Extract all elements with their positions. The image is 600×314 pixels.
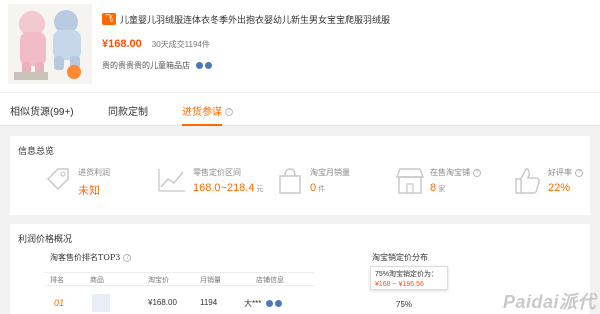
overview-title: 信息总览 [18, 147, 55, 157]
tab-purchase-advisor[interactable]: 进货参谋? [182, 103, 233, 118]
col-product: 商品 [90, 277, 104, 284]
shop-level-icon [196, 62, 212, 69]
metric-label: 好评率? [548, 167, 583, 178]
shop-level-icon [266, 300, 282, 307]
watermark-logo: Paidai派代 [502, 292, 596, 312]
row-shop[interactable]: 大*** [244, 298, 261, 309]
metric-value: 未知 [78, 185, 100, 197]
row-sales: 1194 [200, 298, 218, 307]
monthly-sold: 30天成交1194件 [151, 40, 210, 49]
product-header: 飞 儿童婴儿羽绒服连体衣冬季外出抱衣婴幼儿新生男女宝宝爬服羽绒服 ¥168.00… [0, 0, 600, 92]
metric-monthly-sales: 淘宝月销量 0件 [272, 163, 382, 203]
table-row[interactable]: 01 ¥168.00 1194 大*** [44, 292, 344, 314]
col-rank: 排名 [50, 277, 64, 284]
metric-value: 8家 [430, 182, 446, 194]
col-shop-info: 店铺信息 [256, 277, 284, 284]
info-icon[interactable]: ? [575, 168, 583, 177]
row-price: ¥168.00 [148, 298, 177, 307]
tab-purchase-advisor-label: 进货参谋 [182, 107, 222, 118]
info-icon[interactable]: ? [473, 168, 481, 177]
shop-name[interactable]: 贵的贵贵贵的儿童箱品店 [102, 60, 190, 71]
info-icon[interactable]: ? [225, 108, 233, 117]
tag-icon [46, 168, 69, 191]
product-info: 飞 儿童婴儿羽绒服连体衣冬季外出抱衣婴幼儿新生男女宝宝爬服羽绒服 ¥168.00… [102, 12, 590, 71]
product-price: ¥168.00 [102, 38, 142, 50]
metric-label: 淘宝月销量 [310, 168, 350, 177]
metric-stores: 在售淘宝铺? 8家 [392, 163, 502, 203]
store-icon [395, 168, 425, 194]
metric-value: 168.0~218.4 元 [193, 182, 264, 194]
col-taobao-price[interactable]: 淘宝价 [148, 275, 169, 285]
price-distribution-title: 淘宝销定价分布 [372, 253, 428, 262]
source-tag: 飞 [102, 13, 116, 25]
active-tab-indicator [182, 124, 222, 126]
product-thumb[interactable] [92, 294, 110, 312]
tab-similar-sources[interactable]: 相似货源(99+) [10, 103, 74, 118]
info-icon[interactable]: ? [123, 254, 132, 262]
distribution-percent: 75% [396, 300, 413, 309]
metric-label: 在售淘宝铺? [430, 167, 481, 178]
tab-bar: 相似货源(99+) 同款定制 进货参谋? [0, 92, 600, 126]
shopping-bag-icon [279, 168, 301, 194]
table-header: 排名 商品 淘宝价 月销量 店铺信息 [44, 272, 314, 286]
metric-retail-price-range: 零售定价区间 168.0~218.4 元 [155, 163, 265, 203]
tab-custom[interactable]: 同款定制 [108, 103, 148, 118]
page: 飞 儿童婴儿羽绒服连体衣冬季外出抱衣婴幼儿新生男女宝宝爬服羽绒服 ¥168.00… [0, 0, 600, 314]
metric-label: 零售定价区间 [193, 168, 241, 177]
metric-label: 进货利润 [78, 168, 110, 177]
overview-card: 信息总览 进货利润 未知 零售定价区间 168.0~218.4 元 淘宝月销量 0… [10, 136, 590, 215]
price-distribution-tooltip: 75%淘宝销定价为： ¥168 ~ ¥196.56 [370, 266, 448, 290]
product-title[interactable]: 儿童婴儿羽绒服连体衣冬季外出抱衣婴幼儿新生男女宝宝爬服羽绒服 [120, 13, 390, 26]
metric-profit: 进货利润 未知 [40, 163, 150, 203]
tooltip-range: ¥168 ~ ¥196.56 [375, 281, 424, 288]
metric-value: 22% [548, 182, 571, 194]
tooltip-label: 75%淘宝销定价为： [375, 271, 439, 278]
top3-title: 淘客售价排名TOP3? [50, 252, 132, 263]
product-thumbnail[interactable] [8, 4, 92, 84]
profit-title: 利润价格概况 [18, 235, 73, 245]
metric-positive-rate: 好评率? 22% [510, 163, 600, 203]
thumbs-up-icon [515, 168, 540, 194]
trend-chart-icon [158, 169, 185, 192]
row-rank: 01 [54, 298, 65, 308]
metric-value: 0件 [310, 182, 326, 194]
col-monthly-sales: 月销量 [200, 277, 221, 284]
